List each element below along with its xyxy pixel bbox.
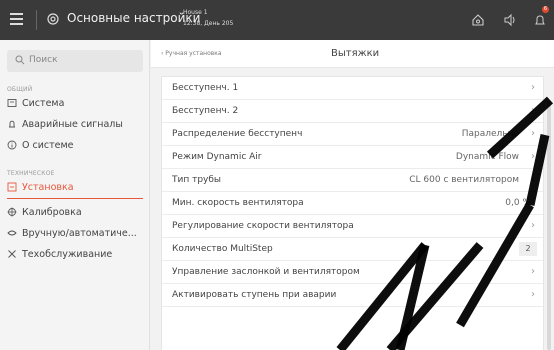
setting-row-stepless-1[interactable]: Бесступенч. 1 › [162, 77, 543, 100]
sidebar-item-calibration[interactable]: Калибровка [0, 202, 150, 222]
chevron-right-icon: › [531, 174, 535, 185]
chevron-right-icon: › [531, 220, 535, 231]
divider [36, 10, 37, 30]
setting-row-multistep-count[interactable]: Количество MultiStep 2 [162, 238, 543, 261]
active-indicator [7, 198, 143, 199]
alarm-icon [8, 120, 16, 128]
section-technical-heading: ТЕХНИЧЕСКОЕ [7, 170, 55, 177]
setting-row-pipe-type[interactable]: Тип трубы CL 600 с вентилятором › [162, 169, 543, 192]
house-info: House 1 12:38, День 205 [183, 7, 233, 29]
setting-value: CL 600 с вентилятором [409, 175, 519, 185]
chevron-right-icon: › [531, 151, 535, 162]
sidebar-item-installation[interactable]: Установка [0, 177, 150, 197]
setting-label: Бесступенч. 1 [172, 83, 239, 93]
setting-row-stepless-2[interactable]: Бесступенч. 2 › [162, 100, 543, 123]
house-name: House 1 [183, 9, 208, 16]
section-general-heading: ОБЩИЙ [7, 86, 33, 93]
chevron-right-icon: › [531, 105, 535, 116]
chevron-right-icon: › [531, 266, 535, 277]
setting-label: Режим Dynamic Air [172, 152, 262, 162]
maintenance-icon [8, 250, 16, 258]
scrollbar[interactable] [547, 100, 551, 350]
setting-label: Регулирование скорости вентилятора [172, 221, 354, 231]
setting-label: Мин. скорость вентилятора [172, 198, 304, 208]
setting-value: Dynamic Flow [455, 152, 519, 162]
setting-value-box[interactable]: 2 [519, 242, 537, 256]
installation-icon [7, 182, 17, 192]
system-icon [7, 99, 17, 107]
sidebar-item-label: Установка [22, 181, 74, 193]
chevron-right-icon: › [531, 289, 535, 300]
notification-badge: 6 [542, 6, 549, 13]
settings-list: Бесступенч. 1 › Бесступенч. 2 › Распреде… [161, 76, 544, 350]
setting-label: Активировать ступень при аварии [172, 290, 337, 300]
sidebar: Поиск ОБЩИЙ Система Аварийные сигналы О … [0, 40, 150, 350]
setting-row-dynamic-air[interactable]: Режим Dynamic Air Dynamic Flow › [162, 146, 543, 169]
sidebar-item-label: Аварийные сигналы [22, 118, 123, 130]
chevron-right-icon: › [531, 82, 535, 93]
menu-icon[interactable] [10, 13, 23, 25]
manual-auto-icon [7, 230, 17, 236]
setting-label: Распределение бесступенч [172, 129, 303, 139]
setting-row-partial[interactable] [162, 307, 543, 330]
top-bar: Основные настройки House 1 12:38, День 2… [0, 0, 554, 40]
setting-row-damper-fan-control[interactable]: Управление заслонкой и вентилятором › [162, 261, 543, 284]
setting-row-fan-speed-control[interactable]: Регулирование скорости вентилятора › [162, 215, 543, 238]
house-status: 12:38, День 205 [183, 20, 234, 27]
setting-row-alarm-step[interactable]: Активировать ступень при аварии › [162, 284, 543, 307]
setting-label: Количество MultiStep [172, 244, 273, 254]
info-icon [7, 140, 17, 150]
sidebar-item-maintenance[interactable]: Техобслуживание [0, 244, 150, 264]
setting-label: Тип трубы [172, 175, 222, 185]
sidebar-item-label: Система [22, 97, 65, 109]
sidebar-item-label: О системе [22, 139, 74, 151]
setting-label: Бесступенч. 2 [172, 106, 239, 116]
home-icon[interactable] [470, 12, 486, 28]
sidebar-item-alarms[interactable]: Аварийные сигналы [0, 114, 150, 134]
chevron-right-icon: › [531, 128, 535, 139]
sidebar-item-about[interactable]: О системе [0, 135, 150, 155]
sound-icon[interactable] [502, 12, 518, 28]
sidebar-item-label: Вручную/автоматиче... [22, 227, 137, 239]
breadcrumb[interactable]: ‹ Ручная установка [161, 50, 222, 57]
bell-icon[interactable] [532, 12, 548, 28]
search-icon [15, 55, 25, 65]
calibration-icon [7, 207, 17, 217]
setting-row-min-fan-speed[interactable]: Мин. скорость вентилятора 0,0 % [162, 192, 543, 215]
search-placeholder: Поиск [29, 55, 58, 65]
search-input[interactable]: Поиск [7, 50, 143, 72]
setting-label: Управление заслонкой и вентилятором [172, 267, 360, 277]
sidebar-item-system[interactable]: Система [0, 93, 150, 113]
sidebar-item-manual-auto[interactable]: Вручную/автоматиче... [0, 223, 150, 243]
section-heading: Вытяжки [331, 48, 380, 59]
setting-value: Паралельно [461, 129, 519, 139]
sidebar-item-label: Калибровка [22, 206, 82, 218]
setting-value: 0,0 % [505, 198, 531, 208]
sidebar-item-label: Техобслуживание [22, 248, 113, 260]
page-title: Основные настройки [67, 11, 201, 25]
gear-icon [47, 13, 59, 25]
header-bar: ‹ Ручная установка Вытяжки [151, 40, 554, 68]
setting-row-stepless-distribution[interactable]: Распределение бесступенч Паралельно › [162, 123, 543, 146]
